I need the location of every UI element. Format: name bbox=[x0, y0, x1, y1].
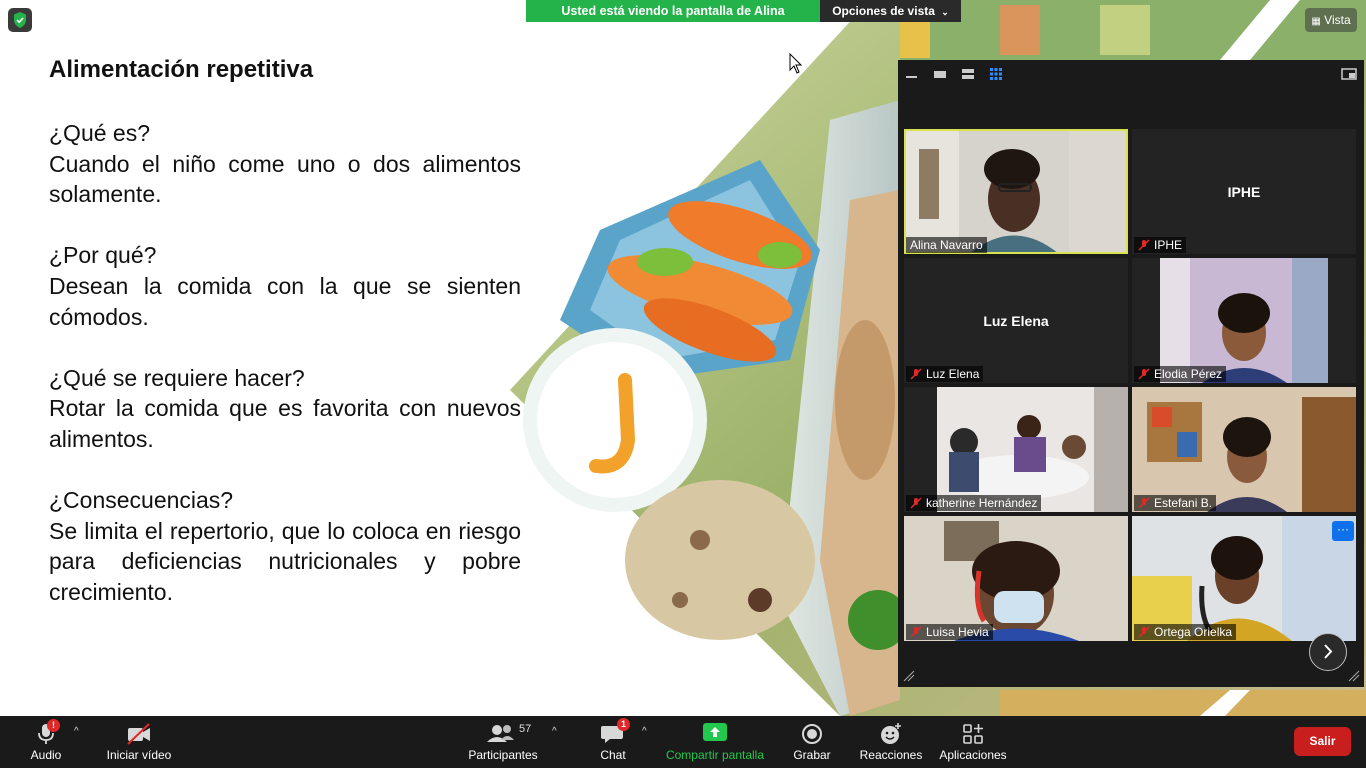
participants-button[interactable]: 57 Participantes bbox=[465, 716, 541, 768]
audio-options-caret[interactable]: ^ bbox=[74, 726, 79, 737]
participant-name-label: Luisa Hevia bbox=[906, 624, 993, 640]
section-answer: Se limita el repertorio, que lo coloca e… bbox=[49, 517, 521, 605]
slide-section: ¿Qué es? Cuando el niño come uno o dos a… bbox=[49, 118, 521, 210]
section-question: ¿Qué se requiere hacer? bbox=[49, 364, 305, 391]
section-question: ¿Por qué? bbox=[49, 242, 157, 269]
video-off-icon bbox=[127, 723, 150, 745]
participant-name-label: katherine Hernández bbox=[906, 495, 1042, 511]
participants-options-caret[interactable]: ^ bbox=[552, 726, 557, 737]
resize-handle-icon[interactable] bbox=[903, 670, 915, 682]
chat-options-caret[interactable]: ^ bbox=[642, 726, 647, 737]
section-question: ¿Consecuencias? bbox=[49, 487, 234, 514]
record-icon bbox=[802, 724, 822, 744]
video-tile[interactable]: Alina Navarro bbox=[904, 129, 1128, 254]
view-button-label: Vista bbox=[1324, 13, 1351, 27]
section-answer: Rotar la comida que es favorita con nuev… bbox=[49, 395, 521, 452]
start-video-button[interactable]: Iniciar vídeo bbox=[102, 716, 176, 768]
participant-video bbox=[904, 129, 1128, 254]
record-button[interactable]: Grabar bbox=[789, 716, 835, 768]
chevron-right-icon bbox=[1324, 644, 1333, 659]
reactions-button[interactable]: Reacciones bbox=[858, 716, 924, 768]
grid-icon: ▦ bbox=[1311, 16, 1321, 27]
view-button[interactable]: ▦ Vista bbox=[1305, 8, 1357, 32]
participant-video bbox=[1132, 258, 1356, 383]
chat-button[interactable]: 1 Chat bbox=[593, 716, 633, 768]
apps-label: Aplicaciones bbox=[939, 748, 1007, 762]
mic-muted-icon bbox=[1138, 368, 1150, 380]
view-options-label: Opciones de vista bbox=[832, 4, 935, 18]
section-answer: Desean la comida con la que se sienten c… bbox=[49, 272, 521, 330]
share-screen-label: Compartir pantalla bbox=[665, 748, 765, 762]
reactions-smiley-icon bbox=[881, 723, 901, 744]
participants-count: 57 bbox=[519, 723, 532, 735]
video-tile[interactable]: Luz Elena Luz Elena bbox=[904, 258, 1128, 383]
gallery-view-toolbar bbox=[898, 60, 1364, 90]
strip-view-icon[interactable] bbox=[961, 67, 975, 81]
video-tile[interactable]: katherine Hernández bbox=[904, 387, 1128, 512]
chat-label: Chat bbox=[600, 748, 626, 762]
reactions-label: Reacciones bbox=[859, 748, 923, 762]
ellipsis-icon: ··· bbox=[1337, 522, 1349, 536]
participant-name-label: Estefani B. bbox=[1134, 495, 1217, 511]
gallery-grid-icon[interactable] bbox=[989, 67, 1003, 81]
participant-display-name: Luz Elena bbox=[983, 312, 1049, 329]
audio-warning-badge: ! bbox=[47, 719, 60, 732]
mic-muted-icon bbox=[1138, 497, 1150, 509]
video-tile[interactable]: Ortega Orielka bbox=[1132, 516, 1356, 641]
slide-text: Alimentación repetitiva ¿Qué es? Cuando … bbox=[49, 54, 521, 638]
chevron-down-icon: ⌄ bbox=[941, 7, 949, 17]
more-options-button[interactable]: ··· bbox=[1332, 521, 1354, 541]
audio-label: Audio bbox=[30, 748, 62, 762]
screen-share-banner: Usted está viendo la pantalla de Alina N… bbox=[526, 0, 961, 40]
slide-title: Alimentación repetitiva bbox=[49, 56, 314, 83]
speaker-view-icon[interactable] bbox=[933, 67, 947, 81]
share-screen-button[interactable]: Compartir pantalla bbox=[664, 716, 766, 768]
share-screen-icon bbox=[703, 723, 727, 741]
slide-section: ¿Consecuencias? Se limita el repertorio,… bbox=[49, 485, 521, 607]
mic-muted-icon bbox=[910, 626, 922, 638]
minimize-icon[interactable] bbox=[905, 67, 919, 81]
video-gallery-panel: Alina Navarro IPHE IPHE Luz Elena Luz El… bbox=[898, 60, 1364, 687]
viewing-screen-label: Usted está viendo la pantalla de Alina N… bbox=[526, 0, 820, 40]
audio-button[interactable]: ! Audio bbox=[16, 716, 76, 768]
section-answer: Cuando el niño come uno o dos alimentos … bbox=[49, 150, 521, 208]
apps-button[interactable]: Aplicaciones bbox=[937, 716, 1009, 768]
mouse-cursor-icon bbox=[789, 53, 803, 74]
next-page-button[interactable] bbox=[1309, 633, 1347, 671]
exit-fullscreen-icon[interactable] bbox=[1341, 67, 1357, 81]
participant-video bbox=[1132, 516, 1356, 641]
participant-display-name: IPHE bbox=[1227, 183, 1261, 200]
video-label: Iniciar vídeo bbox=[106, 748, 172, 762]
video-tile[interactable]: Luisa Hevia bbox=[904, 516, 1128, 641]
participant-video bbox=[904, 387, 1128, 512]
mic-muted-icon bbox=[910, 368, 922, 380]
participant-video bbox=[1132, 387, 1356, 512]
slide-section: ¿Qué se requiere hacer? Rotar la comida … bbox=[49, 363, 521, 455]
mic-muted-icon bbox=[1138, 239, 1150, 251]
slide-section: ¿Por qué? Desean la comida con la que se… bbox=[49, 240, 521, 332]
leave-meeting-button[interactable]: Salir bbox=[1294, 727, 1351, 756]
participant-name-label: IPHE bbox=[1134, 237, 1187, 253]
view-options-button[interactable]: Opciones de vista ⌄ bbox=[820, 0, 961, 22]
video-tile[interactable]: IPHE IPHE bbox=[1132, 129, 1356, 254]
resize-handle-icon[interactable] bbox=[1348, 670, 1360, 682]
section-question: ¿Qué es? bbox=[49, 120, 150, 146]
video-tile[interactable]: Estefani B. bbox=[1132, 387, 1356, 512]
participant-name-label: Elodia Pérez bbox=[1134, 366, 1227, 382]
apps-grid-icon bbox=[963, 724, 983, 744]
chat-unread-badge: 1 bbox=[617, 718, 630, 731]
mic-muted-icon bbox=[910, 497, 922, 509]
video-tile[interactable]: Elodia Pérez bbox=[1132, 258, 1356, 383]
participant-name-label: Luz Elena bbox=[906, 366, 984, 382]
participants-icon bbox=[487, 725, 514, 742]
meeting-controls-toolbar: ! Audio ^ Iniciar vídeo 57 Participantes… bbox=[0, 716, 1366, 768]
security-shield-icon[interactable] bbox=[8, 8, 32, 32]
participant-name-label: Alina Navarro bbox=[906, 237, 987, 253]
mic-muted-icon bbox=[1138, 626, 1150, 638]
participants-label: Participantes bbox=[468, 748, 538, 762]
participant-video bbox=[904, 516, 1128, 641]
record-label: Grabar bbox=[793, 748, 831, 762]
participant-name-label: Ortega Orielka bbox=[1134, 624, 1237, 640]
